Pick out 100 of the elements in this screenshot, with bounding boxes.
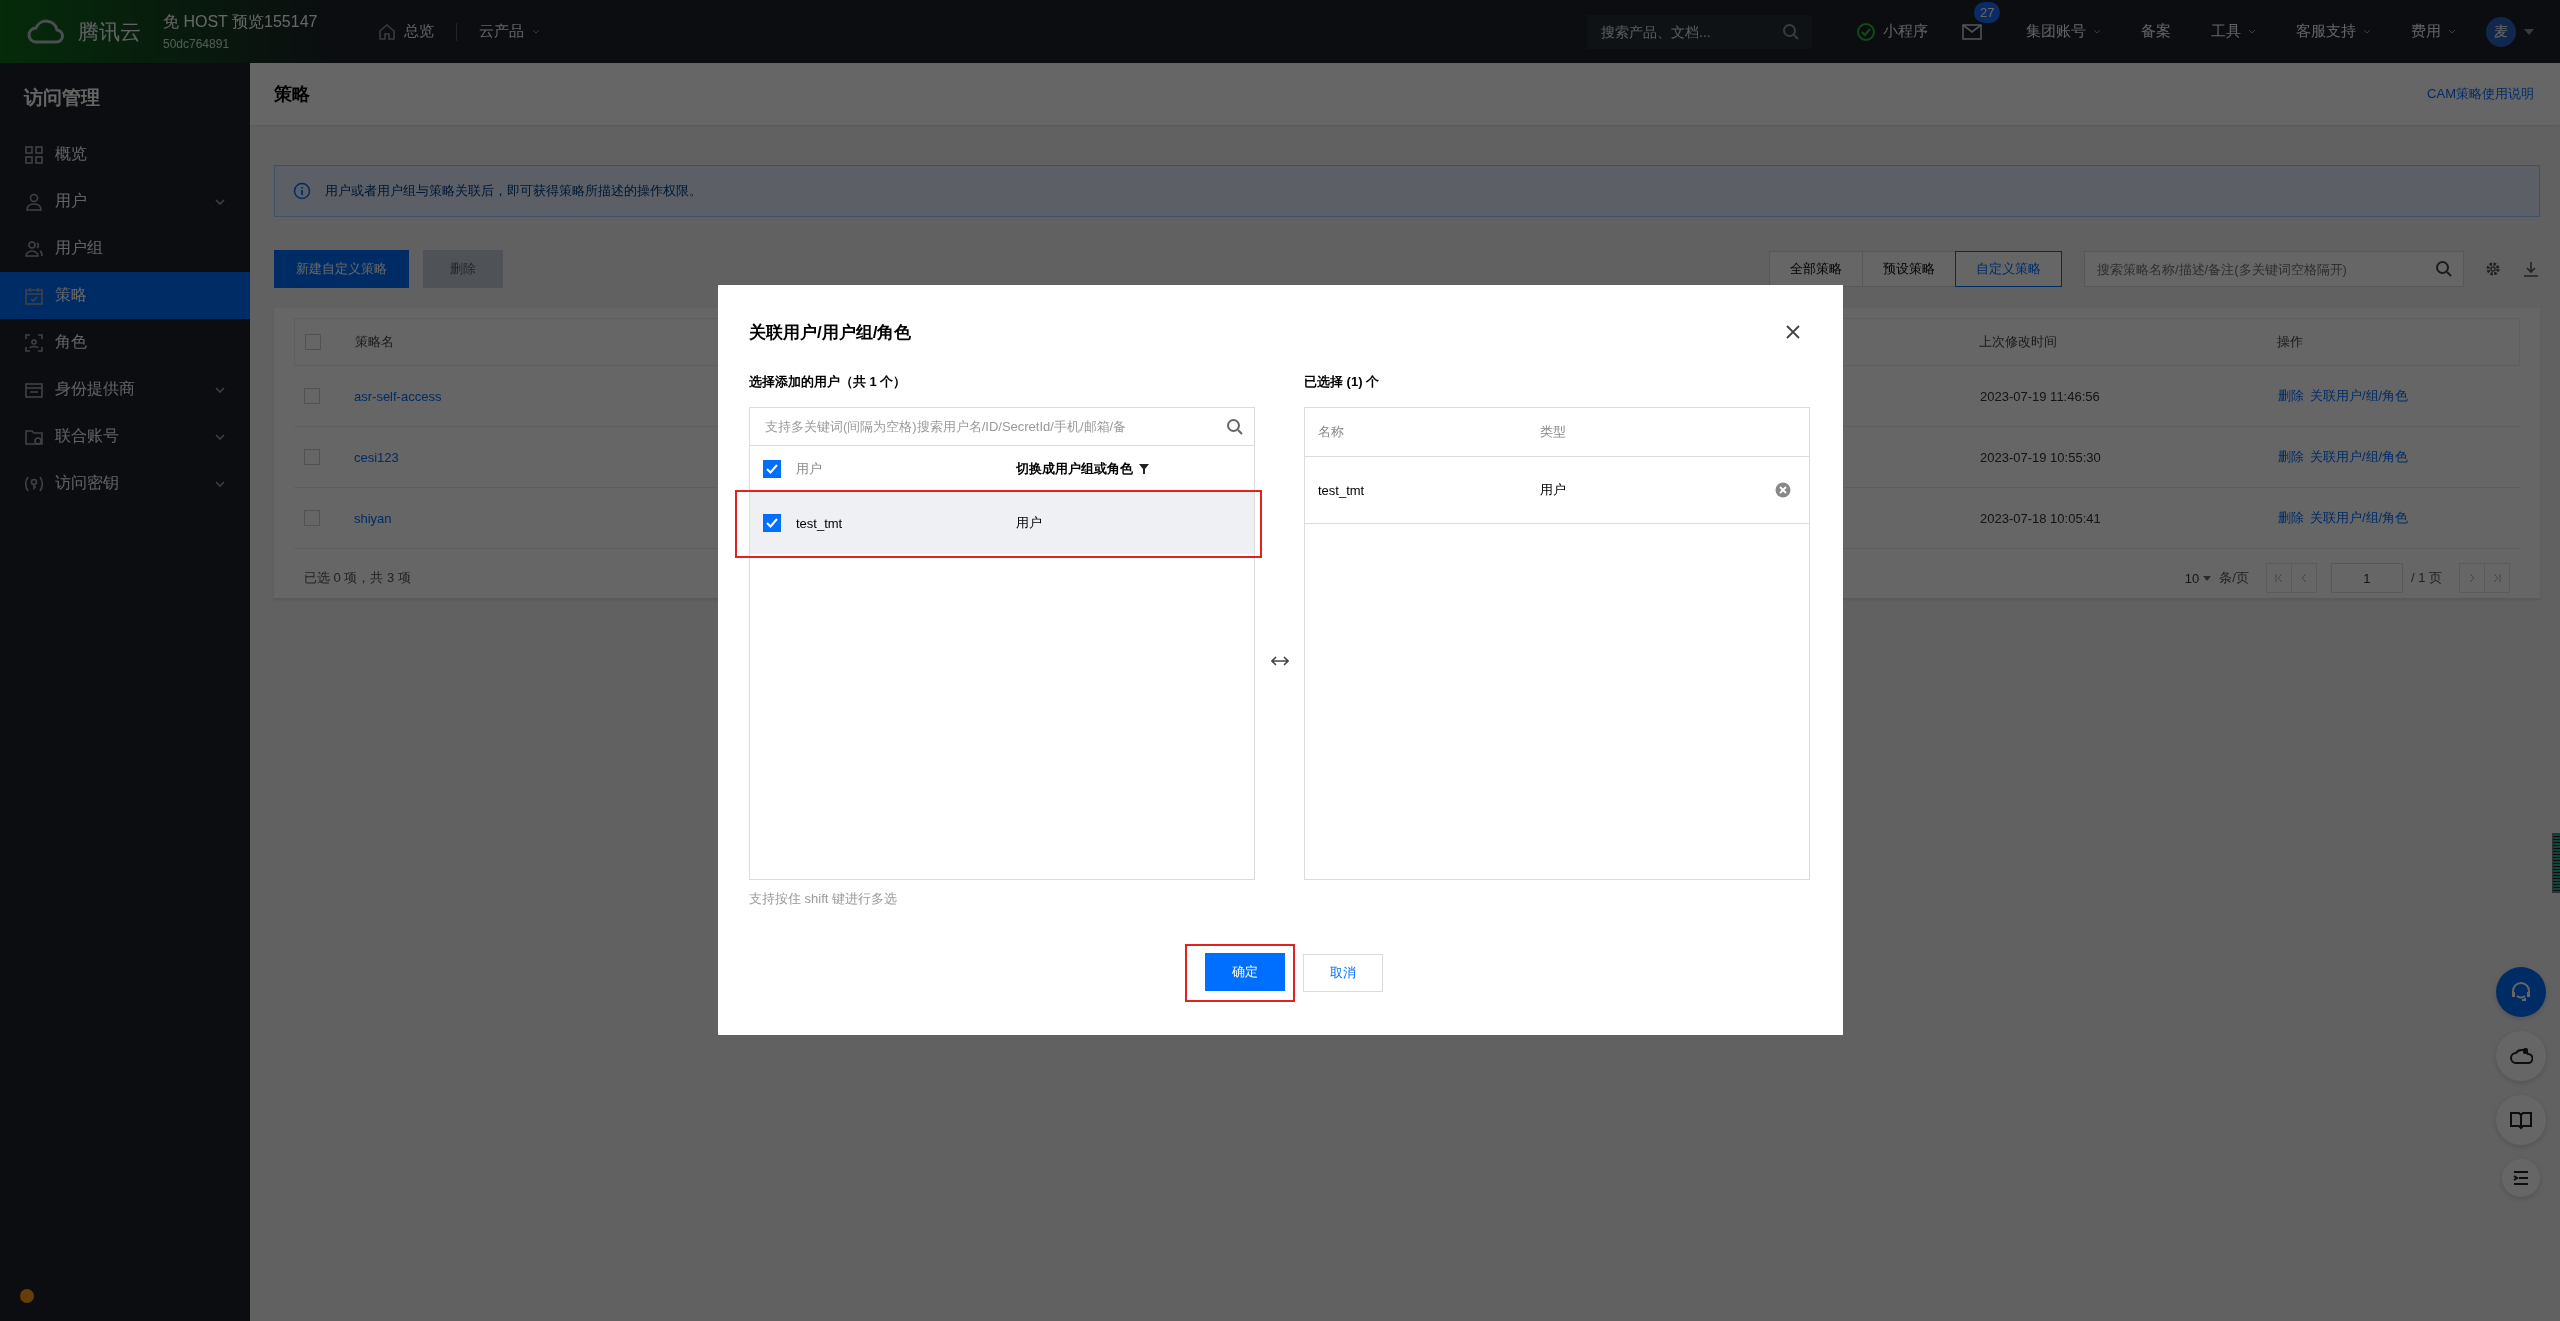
menu-link[interactable]: 备案 xyxy=(2121,22,2191,41)
filter-tab[interactable]: 自定义策略 xyxy=(1955,251,2062,287)
caret-icon[interactable] xyxy=(2524,28,2534,35)
account-id: 50dc764891 xyxy=(163,37,231,51)
action-button[interactable]: 新建自定义策略 xyxy=(274,250,409,288)
download-icon[interactable] xyxy=(2522,260,2540,278)
policy-link[interactable]: asr-self-access xyxy=(354,388,442,404)
cancel-button[interactable]: 取消 xyxy=(1303,954,1383,992)
chevron-right-icon xyxy=(2467,573,2477,583)
first-page-icon xyxy=(2273,573,2284,583)
filter-icon xyxy=(1139,464,1149,474)
search-icon xyxy=(1782,22,1800,41)
sidebar-item[interactable]: 身份提供商 xyxy=(0,366,250,413)
user-icon xyxy=(25,192,43,211)
cloud-button[interactable] xyxy=(2496,1031,2546,1081)
column-header: 上次修改时间 xyxy=(1979,333,2058,351)
menu-link[interactable]: 费用 xyxy=(2391,22,2476,41)
row-action-link[interactable]: 关联用户/组/角色 xyxy=(2310,449,2409,464)
first-page-button[interactable] xyxy=(2265,563,2292,593)
info-icon xyxy=(293,182,311,200)
sidebar-title: 访问管理 xyxy=(22,86,101,110)
confirm-button[interactable]: 确定 xyxy=(1205,953,1285,991)
row-action-link[interactable]: 删除 xyxy=(2278,449,2304,464)
page-input[interactable]: 1 xyxy=(2330,563,2403,593)
level-meter-icon xyxy=(2552,833,2560,893)
row-action-link[interactable]: 删除 xyxy=(2278,510,2304,525)
table-cell-text: 2023-07-19 10:55:30 xyxy=(1980,449,2102,465)
mail-icon[interactable] xyxy=(1962,23,1982,40)
selected-name: test_tmt xyxy=(1318,482,1366,498)
selected-type: 用户 xyxy=(1540,481,1567,499)
selection-summary: 已选 0 项，共 3 项 xyxy=(304,569,411,587)
help-link[interactable]: CAM策略使用说明 xyxy=(2427,85,2534,103)
cloud-logo-icon xyxy=(26,17,66,46)
users-icon xyxy=(25,239,43,258)
caret-icon xyxy=(2203,575,2212,581)
search-icon xyxy=(1226,417,1244,436)
user-type: 用户 xyxy=(1016,514,1042,532)
check-circle-icon xyxy=(1856,21,1876,42)
checkbox[interactable] xyxy=(763,514,781,532)
frame-icon xyxy=(25,333,43,352)
menu-link[interactable]: 客服支持 xyxy=(2276,22,2391,41)
list-icon xyxy=(2511,1168,2531,1188)
policy-link[interactable]: cesi123 xyxy=(354,449,399,465)
dialog-title: 关联用户/用户组/角色 xyxy=(749,321,912,344)
column-header: 用户 xyxy=(796,460,823,478)
row-action-link[interactable]: 删除 xyxy=(2278,388,2304,403)
close-icon[interactable] xyxy=(1785,324,1801,340)
info-text: 用户或者用户组与策略关联后，即可获得策略所描述的操作权限。 xyxy=(325,182,702,200)
user-name: test_tmt xyxy=(796,515,844,531)
avatar[interactable]: 麦 xyxy=(2486,16,2516,47)
sidebar-item[interactable]: 策略 xyxy=(0,272,250,319)
window-icon xyxy=(25,380,43,399)
caret-icon xyxy=(2448,28,2456,35)
row-action-link[interactable]: 关联用户/组/角色 xyxy=(2310,388,2409,403)
sidebar-item[interactable]: 用户组 xyxy=(0,225,250,272)
last-page-icon xyxy=(2492,573,2502,583)
page-size-unit: 条/页 xyxy=(2219,569,2249,587)
brand-name[interactable]: 腾讯云 xyxy=(78,17,141,46)
search-field[interactable]: 搜索产品、文档... xyxy=(1599,22,1782,41)
menu-link[interactable]: 集团账号 xyxy=(2006,22,2121,41)
key-icon xyxy=(25,474,43,493)
column-header: 名称 xyxy=(1318,423,1345,441)
sidebar-item[interactable]: 用户 xyxy=(0,178,250,225)
remove-icon[interactable] xyxy=(1775,482,1791,498)
search-box[interactable]: 搜索产品、文档... xyxy=(1587,14,1812,49)
docs-button[interactable] xyxy=(2496,1095,2546,1145)
sidebar-item[interactable]: 联合账号 xyxy=(0,413,250,460)
headset-icon xyxy=(2509,980,2533,1004)
caret-icon xyxy=(2248,28,2256,35)
column-header: 类型 xyxy=(1540,423,1567,441)
last-page-button[interactable] xyxy=(2484,563,2510,593)
sidebar-item[interactable]: 角色 xyxy=(0,319,250,366)
row-action-link[interactable]: 关联用户/组/角色 xyxy=(2310,510,2409,525)
pane-label: 选择添加的用户（共 1 个） xyxy=(749,373,908,391)
search-icon xyxy=(2435,260,2453,278)
status-dot xyxy=(20,1289,34,1303)
caret-icon xyxy=(2093,28,2101,35)
settings-icon[interactable] xyxy=(2484,260,2502,278)
sidebar-item[interactable]: 概览 xyxy=(0,131,250,178)
page-title: 策略 xyxy=(274,83,311,106)
support-button[interactable] xyxy=(2496,967,2546,1017)
table-cell-text: 2023-07-18 10:05:41 xyxy=(1980,510,2102,526)
filter-tab[interactable]: 全部策略 xyxy=(1769,251,1863,287)
column-header: 策略名 xyxy=(355,333,395,351)
sidebar-item[interactable]: 访问密钥 xyxy=(0,460,250,507)
policy-link[interactable]: shiyan xyxy=(354,510,392,526)
type-filter[interactable]: 切换成用户组或角色 xyxy=(1016,460,1149,478)
hint-text: 支持按住 shift 键进行多选 xyxy=(749,890,899,908)
mini-program-link[interactable]: 小程序 xyxy=(1836,21,1948,42)
page-size-select[interactable]: 10 xyxy=(2184,570,2212,586)
menu-button[interactable] xyxy=(2502,1159,2540,1197)
nav-link[interactable]: 云产品 xyxy=(457,22,562,41)
account-name[interactable]: 免 HOST 预览155147 xyxy=(163,12,318,33)
nav-link[interactable]: 总览 xyxy=(356,22,456,41)
pane-label: 已选择 (1) 个 xyxy=(1304,373,1381,391)
menu-link[interactable]: 工具 xyxy=(2191,22,2276,41)
calendar-icon xyxy=(25,286,43,305)
caret-icon xyxy=(2363,28,2371,35)
filter-tab[interactable]: 预设策略 xyxy=(1862,251,1956,287)
checkbox[interactable] xyxy=(763,460,781,478)
